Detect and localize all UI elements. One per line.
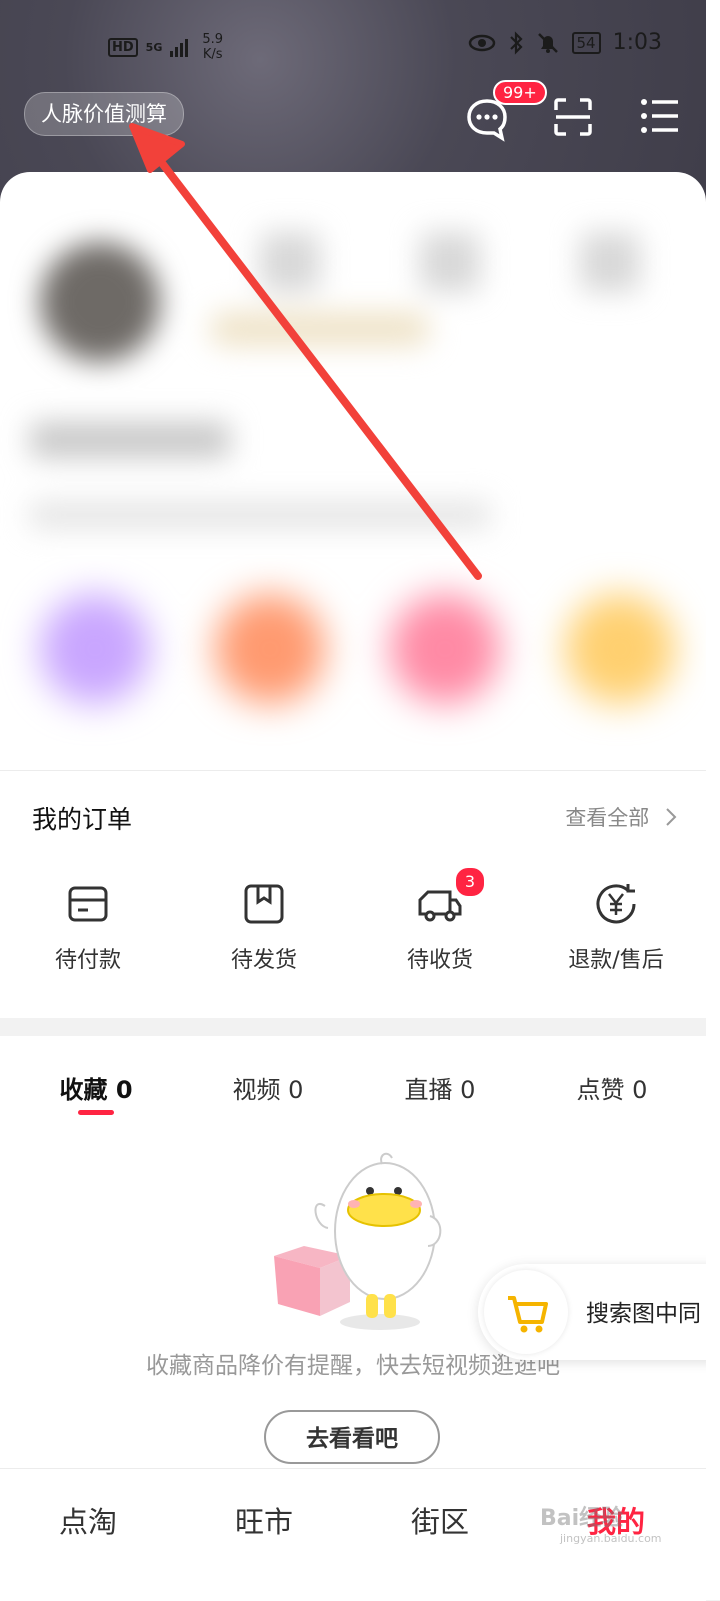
stat-block xyxy=(260,232,320,292)
tab-favorites[interactable]: 收藏 0 xyxy=(8,1070,184,1105)
mute-bell-icon xyxy=(537,32,558,53)
list-menu-icon xyxy=(641,99,678,133)
chevron-right-icon xyxy=(666,808,677,826)
tab-videos[interactable]: 视频 0 xyxy=(180,1070,356,1105)
profile-card xyxy=(0,172,706,772)
service-icon[interactable] xyxy=(390,594,500,704)
clock: 1:03 xyxy=(612,30,662,55)
refund-yen-icon xyxy=(592,880,640,928)
battery-icon: 54 xyxy=(571,31,601,54)
eye-icon xyxy=(468,34,495,51)
scan-button[interactable] xyxy=(552,96,598,142)
tab-likes[interactable]: 点赞 0 xyxy=(524,1070,700,1105)
user-name xyxy=(30,422,230,458)
section-gap xyxy=(0,1018,706,1036)
image-search-label: 搜索图中同 xyxy=(586,1301,701,1327)
package-icon xyxy=(240,880,288,928)
network-value-calc-button[interactable]: 人脉价值测算 xyxy=(24,92,184,136)
favorites-section: 收藏 0 视频 0 直播 0 点赞 0 收藏商品降价有提醒，快去短视频逛逛吧 去… xyxy=(0,1036,706,1468)
service-icon[interactable] xyxy=(565,594,675,704)
orders-title: 我的订单 xyxy=(32,805,133,834)
wallet-icon xyxy=(64,880,112,928)
network-label: 5G xyxy=(145,40,163,54)
watermark-sub: jingyan.baidu.com xyxy=(560,1532,662,1545)
order-pending-payment[interactable]: 待付款 xyxy=(0,880,176,974)
avatar[interactable] xyxy=(40,242,160,362)
blurred-profile-info xyxy=(0,212,706,542)
receipt-count-badge: 3 xyxy=(454,866,486,898)
status-right: 54 1:03 xyxy=(468,30,662,55)
blurred-services-row xyxy=(0,564,706,744)
order-label: 待收货 xyxy=(406,948,473,973)
duck-box-illustration-icon xyxy=(274,1152,442,1330)
scan-icon xyxy=(554,98,592,136)
view-all-label: 查看全部 xyxy=(565,806,650,830)
stat-block xyxy=(580,232,640,292)
speed-value: 5.9 xyxy=(202,32,224,47)
status-left: HD 5G 5.9 K/s xyxy=(108,32,223,62)
hd-icon: HD xyxy=(108,37,138,57)
order-pending-shipment[interactable]: 待发货 xyxy=(176,880,352,974)
cart-badge xyxy=(484,1270,568,1354)
order-refund-aftersale[interactable]: 退款/售后 xyxy=(528,880,704,974)
member-tag xyxy=(210,312,430,346)
tab-live[interactable]: 直播 0 xyxy=(352,1070,528,1105)
screen-edge xyxy=(706,0,720,1600)
signal-icon xyxy=(170,37,189,57)
tab-wangshi[interactable]: 旺市 xyxy=(176,1499,352,1541)
watermark-text: Bai经验 xyxy=(540,1506,624,1531)
shopping-cart-icon xyxy=(508,1296,548,1333)
active-tab-indicator xyxy=(78,1110,114,1115)
tab-diantao[interactable]: 点淘 xyxy=(0,1499,176,1541)
network-speed: 5.9 K/s xyxy=(202,32,223,62)
order-pending-receipt[interactable]: 3 待收货 xyxy=(352,866,528,974)
menu-button[interactable] xyxy=(640,96,686,142)
message-badge: 99+ xyxy=(493,80,547,105)
orders-section: 我的订单 查看全部 待付款 待发货 3 待收货 退款/售后 xyxy=(0,772,706,1018)
service-icon[interactable] xyxy=(40,594,150,704)
status-bar: HD 5G 5.9 K/s 54 1:03 xyxy=(0,22,720,70)
stat-block xyxy=(420,232,480,292)
user-bio xyxy=(30,502,490,528)
order-label: 退款/售后 xyxy=(568,948,664,973)
baidu-watermark: Bai经验 jingyan.baidu.com xyxy=(540,1500,662,1545)
order-label: 待发货 xyxy=(230,948,297,973)
service-icon[interactable] xyxy=(215,594,325,704)
bluetooth-icon xyxy=(509,30,523,55)
view-all-orders-link[interactable]: 查看全部 xyxy=(565,802,678,832)
divider xyxy=(0,770,706,771)
tab-jiequ[interactable]: 街区 xyxy=(352,1499,528,1541)
truck-icon: 3 xyxy=(416,866,486,928)
order-label: 待付款 xyxy=(54,948,121,973)
go-browse-button[interactable]: 去看看吧 xyxy=(264,1410,440,1464)
speed-unit: K/s xyxy=(202,47,223,62)
image-search-float-button[interactable]: 搜索图中同 xyxy=(478,1264,720,1360)
